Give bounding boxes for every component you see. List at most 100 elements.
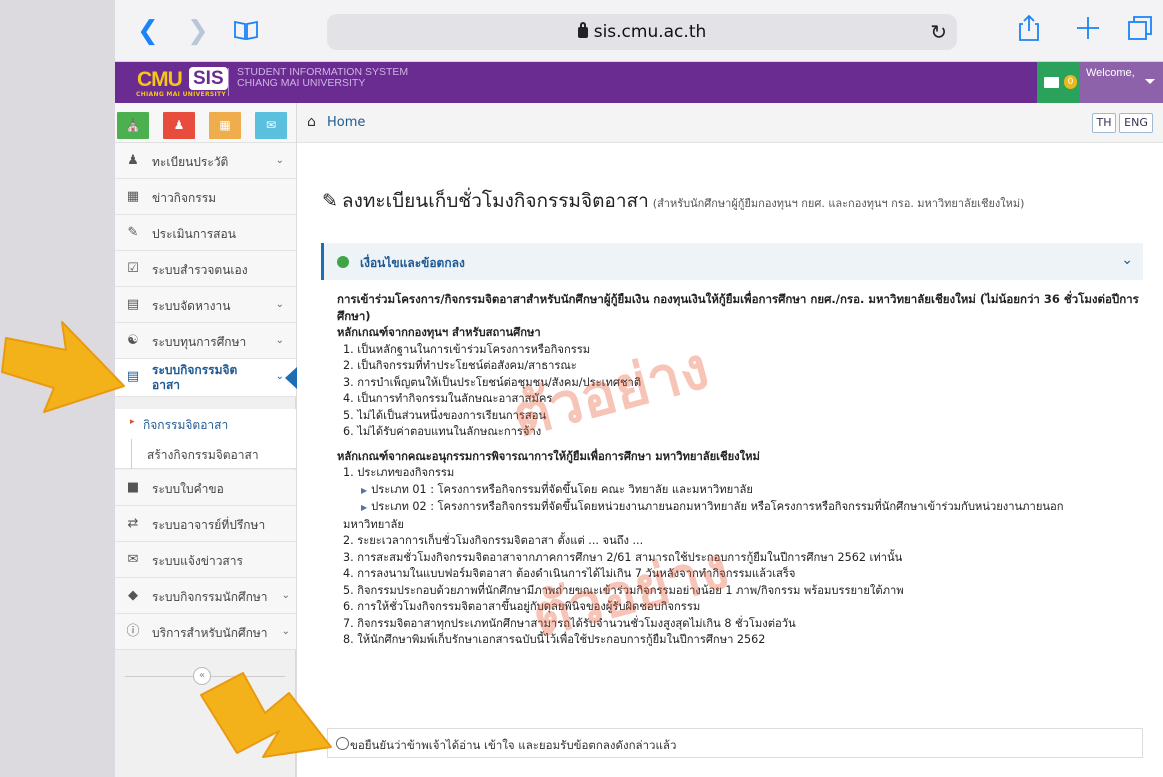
caret-right-icon: ▶ (361, 503, 368, 512)
agree-label[interactable]: ขอยืนยันว่าข้าพเจ้าได้อ่าน เข้าใจ และยอม… (350, 737, 676, 755)
calendar-icon: ▦ (126, 189, 140, 204)
sidebar-item-student-services[interactable]: ⓘ บริการสำหรับนักศึกษา ⌄ (115, 614, 296, 650)
back-icon[interactable]: ❮ (137, 18, 159, 44)
browser-toolbar: ❮ ❯ sis.cmu.ac.th ↻ (115, 0, 1163, 62)
edit-icon: ✎ (127, 225, 139, 240)
url-text: sis.cmu.ac.th (593, 22, 707, 42)
list-item: 1. เป็นหลักฐานในการเข้าร่วมโครงการหรือกิ… (343, 342, 591, 356)
sidebar-item-label: ระบบใบคำขอ (152, 482, 224, 496)
sidebar-subitem-volunteer-activities[interactable]: ▸ กิจกรรมจิตอาสา (115, 409, 296, 439)
panel-title: เงื่อนไขและข้อตกลง (360, 256, 465, 270)
envelope-icon (1044, 77, 1059, 88)
sidebar-item-profile[interactable]: ♟ ทะเบียนประวัติ ⌄ (115, 143, 296, 179)
list-item: 3. การบำเพ็ญตนให้เป็นประโยชน์ต่อชุมชน/สั… (343, 375, 642, 389)
chevron-down-icon: ⌄ (275, 335, 284, 346)
welcome-menu[interactable]: Welcome, (1079, 62, 1163, 103)
list-item: 8. ให้นักศึกษาพิมพ์เก็บรักษาเอกสารฉบับนี… (343, 633, 766, 646)
caret-down-icon (1145, 79, 1155, 84)
system-title-line2: CHIANG MAI UNIVERSITY (237, 77, 366, 89)
sidebar-item-volunteer[interactable]: ▤ ระบบกิจกรรมจิตอาสา ⌄ (115, 359, 297, 397)
system-title: STUDENT INFORMATION SYSTEM CHIANG MAI UN… (237, 67, 408, 89)
tree-line (131, 439, 132, 469)
tabs-icon[interactable] (1127, 15, 1153, 41)
page-subtitle: (สำหรับนักศึกษาผู้กู้ยืมกองทุนฯ กยศ. และ… (652, 197, 1025, 210)
sidebar-item-teaching-eval[interactable]: ✎ ประเมินการสอน (115, 215, 296, 251)
user-shortcut-button[interactable]: ♟ (163, 112, 195, 139)
list-item: 7. กิจกรรมจิตอาสาทุกประเภทนักศึกษาสามารถ… (343, 616, 796, 630)
breadcrumb-home-link[interactable]: Home (327, 115, 365, 130)
main-content: ⌂ Home TH ENG ✎ ลงทะเบียนเก็บชั่วโมงกิจกร… (297, 103, 1163, 777)
list-item: 3. การสะสมชั่วโมงกิจกรรมจิตอาสาจากภาคการ… (343, 550, 903, 564)
list-item: 4. การลงนามในแบบฟอร์มจิตอาสา ต้องดำเนินก… (343, 567, 796, 580)
list-item: 6. ไม่ได้รับค่าตอบแทนในลักษณะการจ้าง (343, 425, 542, 438)
sidebar-item-student-activities[interactable]: ◆ ระบบกิจกรรมนักศึกษา ⌄ (115, 578, 296, 614)
page-title: ✎ ลงทะเบียนเก็บชั่วโมงกิจกรรมจิตอาสา (สำหร… (322, 186, 1024, 216)
sidebar-item-label: ระบบจัดหางาน (152, 299, 231, 313)
agree-row[interactable]: ขอยืนยันว่าข้าพเจ้าได้อ่าน เข้าใจ และยอม… (327, 728, 1143, 758)
fund-rules-heading: หลักเกณฑ์จากกองทุนฯ สำหรับสถานศึกษา (337, 326, 541, 339)
sidebar-item-advisor[interactable]: ⇄ ระบบอาจารย์ที่ปรึกษา (115, 506, 296, 542)
list-item: 5. ไม่ได้เป็นส่วนหนึ่งของการเรียนการสอน (343, 408, 547, 422)
sidebar-item-jobs[interactable]: ▤ ระบบจัดหางาน ⌄ (115, 287, 296, 323)
list-item-continuation: มหาวิทยาลัย (343, 517, 404, 531)
bookmarks-icon[interactable] (233, 19, 259, 41)
logo-subtitle: CHIANG MAI UNIVERSITY (136, 91, 227, 98)
sidebar-subitem-create-volunteer[interactable]: สร้างกิจกรรมจิตอาสา (115, 439, 296, 469)
reload-icon[interactable]: ↻ (930, 20, 947, 44)
home-shortcut-button[interactable]: ⛪ (117, 112, 149, 139)
welcome-label: Welcome, (1086, 67, 1135, 79)
mail-shortcut-button[interactable]: ✉ (255, 112, 287, 139)
logo-cmu[interactable]: CMU (137, 68, 183, 92)
sidebar-item-scholarship[interactable]: ☯ ระบบทุนการศึกษา ⌄ (115, 323, 296, 359)
caret-right-icon: ▶ (361, 485, 368, 495)
terms-intro: การเข้าร่วมโครงการ/กิจกรรมจิตอาสาสำหรับน… (337, 292, 1139, 323)
sidebar-item-announcements[interactable]: ✉ ระบบแจ้งข่าวสาร (115, 542, 296, 578)
address-bar[interactable]: sis.cmu.ac.th ↻ (327, 14, 957, 50)
sidebar-item-label: ระบบกิจกรรมจิตอาสา (152, 363, 238, 392)
sidebar-item-requests[interactable]: ■ ระบบใบคำขอ (115, 470, 296, 506)
activity-type-1: ประเภท 01 : โครงการหรือกิจกรรมที่จัดขึ้น… (371, 482, 753, 496)
sidebar-subitem-label: สร้างกิจกรรมจิตอาสา (147, 448, 259, 462)
list-item: ▶ ประเภท 02 : โครงการหรือกิจกรรมที่จัดขึ้… (337, 499, 1147, 517)
agree-checkbox[interactable] (336, 737, 349, 750)
chevron-down-icon[interactable]: ⌄ (1121, 252, 1133, 268)
exchange-icon: ⇄ (127, 516, 139, 531)
lang-th-button[interactable]: TH (1092, 113, 1116, 133)
edit-icon: ✎ (322, 190, 338, 212)
page-title-text: ลงทะเบียนเก็บชั่วโมงกิจกรรมจิตอาสา (341, 190, 649, 212)
mail-button[interactable]: 0 (1037, 62, 1079, 103)
user-icon: ♟ (127, 153, 139, 168)
list-item: 5. กิจกรรมประกอบด้วยภาพที่นักศึกษามีภาพถ… (343, 583, 904, 597)
sidebar-item-self-survey[interactable]: ☑ ระบบสำรวจตนเอง (115, 251, 296, 287)
sidebar-item-news[interactable]: ▦ ข่าวกิจกรรม (115, 179, 296, 215)
sidebar-subitem-label: กิจกรรมจิตอาสา (143, 418, 229, 432)
tag-icon: ◆ (128, 588, 138, 603)
annotation-arrow-icon (1, 321, 125, 413)
chevron-down-icon: ⌄ (275, 299, 284, 310)
active-pointer-icon (285, 367, 297, 389)
list-item: 6. การให้ชั่วโมงกิจกรรมจิตอาสาขึ้นอยู่กั… (343, 600, 701, 613)
committee-rules-heading: หลักเกณฑ์จากคณะอนุกรรมการพิจารณาการให้กู… (337, 449, 760, 463)
chevron-down-icon: ⌄ (281, 590, 290, 601)
calendar-shortcut-button[interactable]: ▦ (209, 112, 241, 139)
logo-divider (228, 68, 229, 96)
terms-panel-header[interactable]: เงื่อนไขและข้อตกลง ⌄ (321, 243, 1143, 280)
envelope-icon: ✉ (127, 552, 139, 567)
sidebar-item-label: ทะเบียนประวัติ (152, 155, 229, 169)
share-icon[interactable] (1017, 14, 1041, 42)
sidebar-item-label: ระบบสำรวจตนเอง (152, 263, 248, 277)
sidebar-item-label: ประเมินการสอน (152, 227, 236, 241)
status-dot-icon (337, 256, 349, 268)
terms-content: การเข้าร่วมโครงการ/กิจกรรมจิตอาสาสำหรับน… (337, 291, 1147, 649)
lock-icon (577, 22, 588, 38)
logo-sis[interactable]: SIS (189, 67, 228, 90)
forward-icon[interactable]: ❯ (187, 18, 209, 44)
sidebar-item-label: ระบบอาจารย์ที่ปรึกษา (152, 518, 266, 532)
lang-en-button[interactable]: ENG (1119, 113, 1153, 133)
list-item: 2. ระยะเวลาการเก็บชั่วโมงกิจกรรมจิตอาสา … (343, 534, 644, 547)
plus-icon[interactable] (1075, 15, 1101, 41)
list-item: 1. ประเภทของกิจกรรม (343, 466, 455, 479)
sidebar-shortcuts: ⛪ ♟ ▦ ✉ (115, 103, 296, 143)
sidebar-item-label: ระบบทุนการศึกษา (152, 335, 247, 349)
